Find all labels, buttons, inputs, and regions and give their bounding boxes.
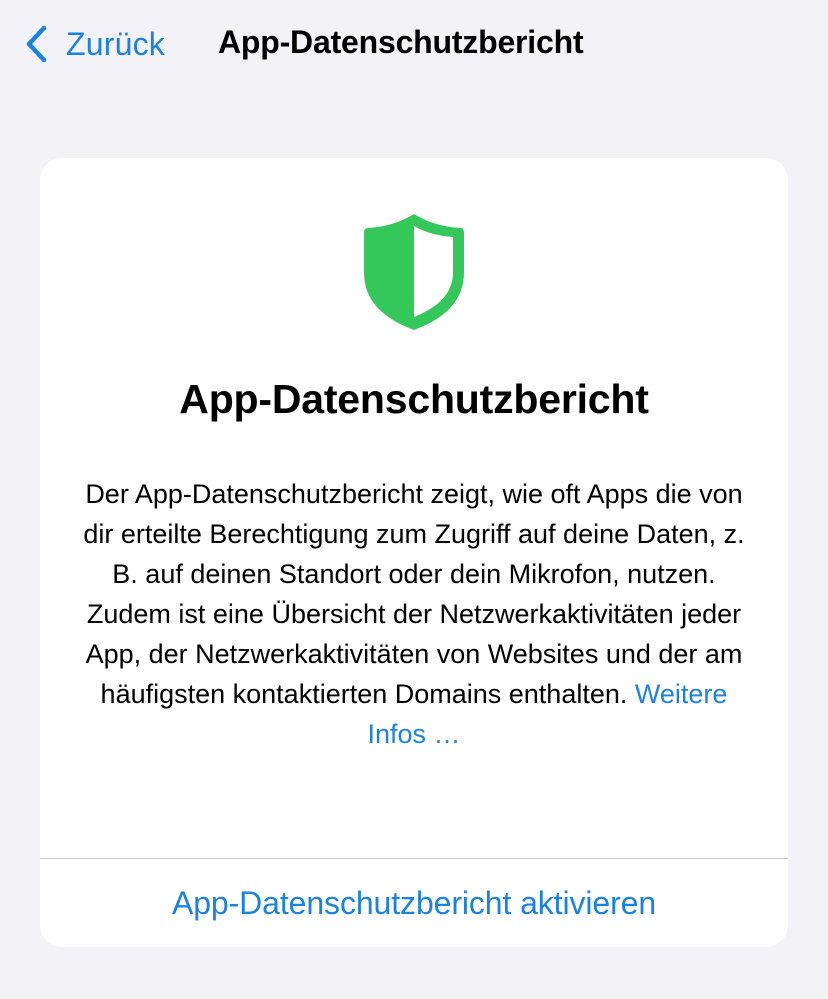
card-title: App-Datenschutzbericht	[179, 376, 649, 422]
card-description: Der App-Datenschutzbericht zeigt, wie of…	[74, 474, 754, 754]
chevron-left-icon	[26, 25, 47, 63]
back-button-label: Zurück	[66, 25, 165, 62]
page-title: App-Datenschutzbericht	[218, 24, 584, 60]
activate-privacy-report-button[interactable]: App-Datenschutzbericht aktivieren	[40, 859, 788, 947]
privacy-report-card: App-Datenschutzbericht Der App-Datenschu…	[40, 158, 788, 947]
description-text: Der App-Datenschutzbericht zeigt, wie of…	[83, 479, 745, 709]
back-button[interactable]: Zurück	[24, 22, 165, 66]
shield-icon	[364, 214, 464, 330]
navigation-bar: Zurück App-Datenschutzbericht	[0, 0, 828, 90]
